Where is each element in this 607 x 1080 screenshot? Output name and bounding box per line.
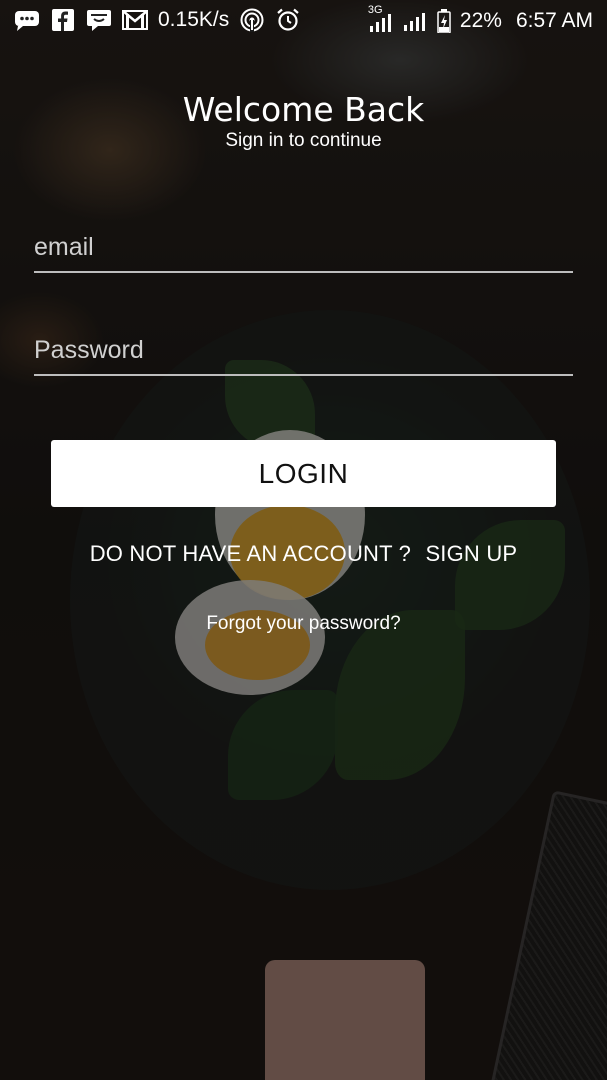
gmail-icon	[122, 8, 148, 32]
battery-charging-icon	[436, 9, 452, 33]
status-bar-right: 3G 22% 6:57 AM	[368, 4, 593, 34]
page-subtitle: Sign in to continue	[225, 130, 382, 151]
forgot-password-link[interactable]: Forgot your password?	[0, 613, 607, 635]
page-title: Welcome Back	[182, 90, 425, 129]
status-bar-left: 0.15K/s	[14, 8, 301, 32]
status-bar: 0.15K/s 3G 22% 6:57 AM	[0, 0, 607, 42]
signal-icon	[402, 9, 428, 33]
network-speed: 0.15K/s	[158, 8, 230, 31]
signup-link[interactable]: SIGN UP	[425, 541, 517, 567]
chat-icon	[86, 8, 112, 32]
facebook-icon	[50, 8, 76, 32]
password-field[interactable]	[34, 328, 573, 372]
login-screen: Welcome Back Sign in to continue LOGIN D…	[0, 0, 607, 1080]
message-icon	[14, 8, 40, 32]
clock: 6:57 AM	[515, 9, 593, 32]
network-type: 3G	[367, 4, 383, 16]
login-button[interactable]: LOGIN	[51, 440, 556, 507]
hotspot-icon	[239, 8, 265, 32]
email-field-container	[34, 225, 573, 273]
signup-row: DO NOT HAVE AN ACCOUNT ? SIGN UP	[0, 541, 607, 567]
email-field[interactable]	[34, 225, 573, 269]
battery-percent: 22%	[459, 9, 502, 32]
password-field-container	[34, 328, 573, 376]
no-account-text: DO NOT HAVE AN ACCOUNT ?	[89, 541, 412, 566]
mobile-signal: 3G	[368, 4, 394, 34]
alarm-icon	[275, 8, 301, 32]
